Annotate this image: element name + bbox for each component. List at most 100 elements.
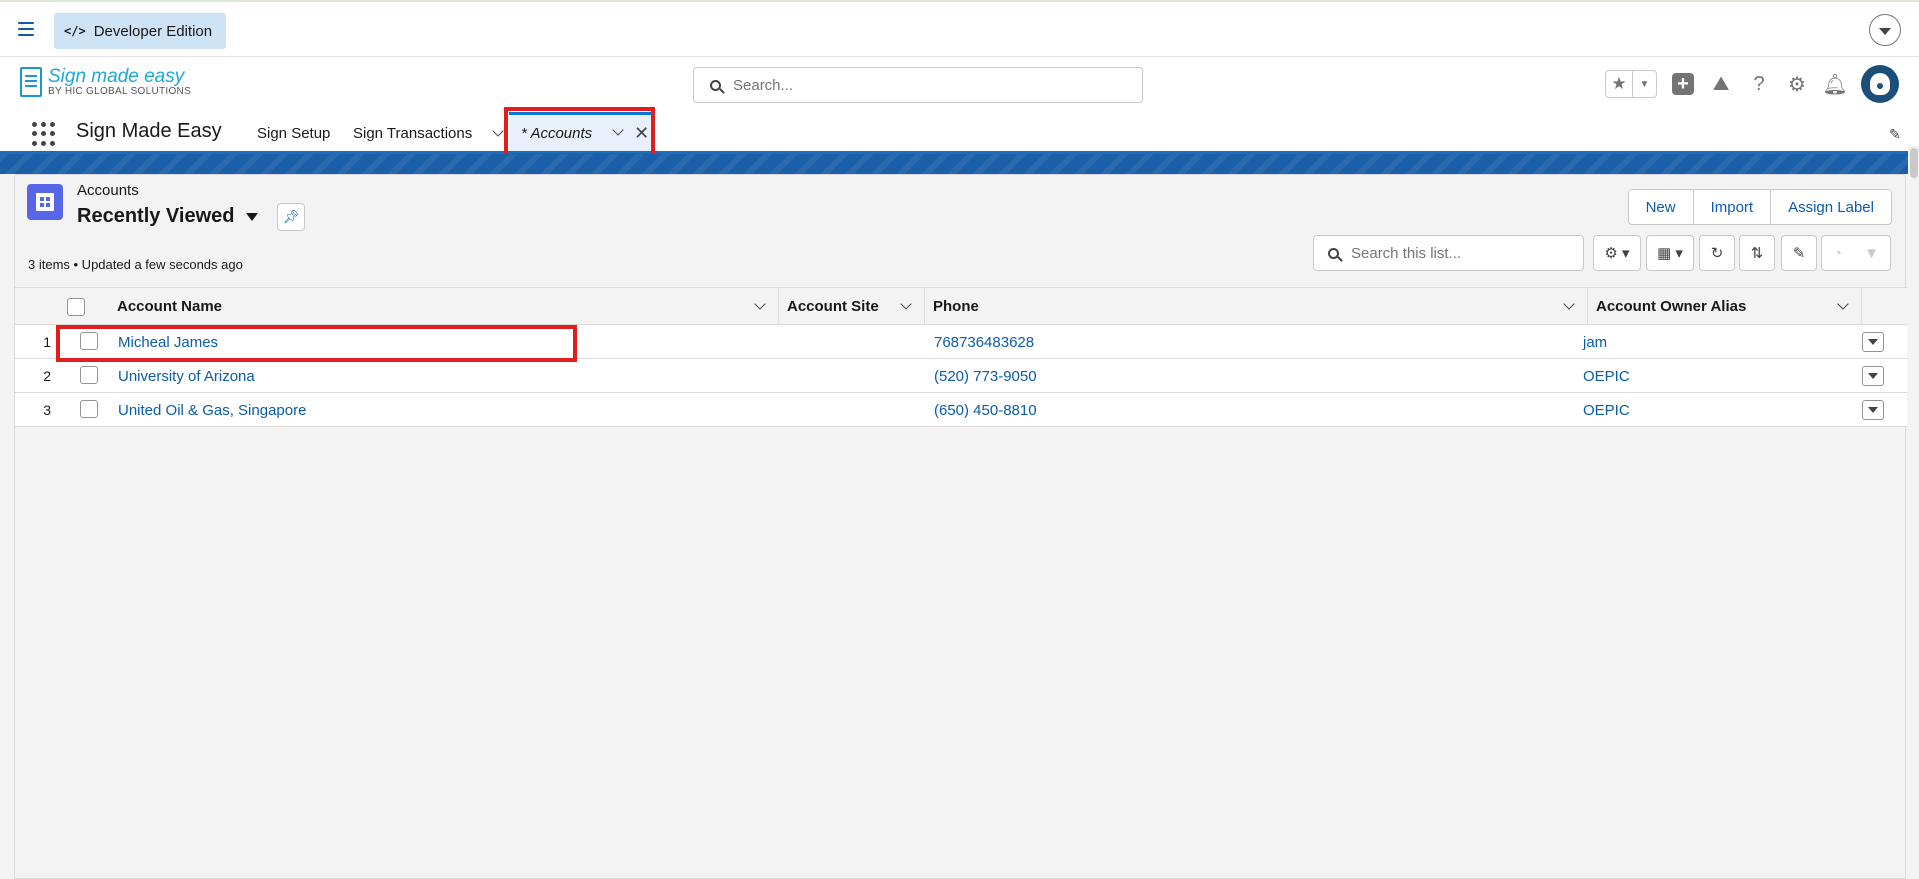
refresh-button[interactable]: ↻ [1699,235,1735,271]
row-checkbox[interactable] [80,332,98,350]
chevron-down-icon[interactable] [754,298,766,310]
menu-icon[interactable] [18,22,34,36]
list-view-name: Recently Viewed [77,205,235,227]
table-row: 2 University of Arizona (520) 773-9050 O… [15,359,1907,393]
chevron-down-icon[interactable] [612,124,624,136]
inline-edit-button[interactable]: ✎ [1781,235,1817,271]
nav-item-sign-transactions[interactable]: Sign Transactions [353,125,505,142]
chart-icon[interactable]: ◔ [1833,245,1842,262]
column-header-account-site[interactable]: Account Site [779,288,925,325]
developer-bar: </> Developer Edition [0,0,1919,57]
list-actions: New Import Assign Label [1627,189,1892,225]
app-logo[interactable]: Sign made easy BY HIC GLOBAL SOLUTIONS [20,67,191,98]
new-button[interactable]: New [1628,190,1693,224]
owner-alias-link[interactable]: jam [1583,334,1607,351]
row-checkbox[interactable] [80,400,98,418]
column-label: Account Owner Alias [1596,298,1747,315]
row-actions-button[interactable] [1862,366,1884,386]
account-name-link[interactable]: United Oil & Gas, Singapore [118,402,306,419]
list-search-input[interactable]: Search this list... [1313,235,1584,271]
row-checkbox[interactable] [80,366,98,384]
chevron-down-icon[interactable] [1563,298,1575,310]
developer-edition-badge: </> Developer Edition [54,13,227,49]
brand-banner [0,154,1919,174]
list-settings-button[interactable]: ⚙ ▾ [1593,235,1641,271]
chevron-down-icon[interactable] [900,298,912,310]
list-view-card: Accounts Recently Viewed 📌︎ 3 items • Up… [14,174,1907,879]
avatar[interactable] [1861,65,1899,103]
app-name: Sign Made Easy [76,120,222,142]
chart-filter-group: ◔ ▼ [1821,235,1891,271]
accounts-table: Account Name Account Site Phone Account … [15,287,1907,427]
chevron-down-icon[interactable] [492,125,505,137]
select-all-checkbox[interactable] [67,297,85,316]
star-icon[interactable]: ★ [1606,71,1633,97]
pin-list-button[interactable]: 📌︎ [277,203,305,231]
row-actions-button[interactable] [1862,400,1884,420]
trailhead-icon[interactable]: ⛰ [1709,72,1733,96]
column-label: Account Site [787,298,879,315]
chevron-down-circle-icon[interactable] [1869,14,1901,46]
pencil-icon: ✎ [1792,245,1806,262]
row-number: 2 [43,368,51,384]
object-label: Accounts [77,182,139,199]
phone-link[interactable]: 768736483628 [934,334,1034,351]
column-label: Phone [933,298,979,315]
table-header: Account Name Account Site Phone Account … [15,287,1907,325]
account-object-icon [27,184,63,220]
column-header-phone[interactable]: Phone [925,288,1588,325]
utility-icons: ★ ▼ + ⛰ ? ⚙ 🔔︎ [1605,65,1899,103]
header-rownum [15,288,55,325]
gear-icon[interactable]: ⚙ [1785,72,1809,96]
nav-item-sign-transactions-label: Sign Transactions [353,125,473,142]
import-button[interactable]: Import [1692,190,1771,224]
column-header-account-name[interactable]: Account Name [109,288,779,325]
column-header-account-owner-alias[interactable]: Account Owner Alias [1588,288,1862,325]
owner-alias-link[interactable]: OEPIC [1583,368,1630,385]
gear-icon: ⚙ ▾ [1604,245,1630,262]
table-row: 1 Micheal James 768736483628 jam [15,325,1907,359]
code-icon: </> [64,24,86,38]
close-icon[interactable]: ✕ [634,123,649,144]
favorites-button[interactable]: ★ ▼ [1605,70,1657,98]
scrollbar[interactable] [1908,146,1919,879]
list-view-picker[interactable]: Recently Viewed [77,205,259,228]
caret-down-icon[interactable]: ▼ [1633,71,1656,97]
row-number: 3 [43,402,51,418]
bell-icon[interactable]: 🔔︎ [1822,72,1847,96]
filter-icon[interactable]: ▼ [1864,245,1879,262]
owner-alias-link[interactable]: OEPIC [1583,402,1630,419]
edit-nav-icon[interactable]: ✎ [1889,126,1903,142]
developer-edition-label: Developer Edition [93,22,213,40]
account-name-link[interactable]: University of Arizona [118,368,255,385]
logo-title: Sign made easy [48,66,185,87]
plus-icon: + [1672,73,1694,95]
sort-button[interactable]: ⇅ [1739,235,1775,271]
app-navigation-bar: Sign Made Easy Sign Setup Sign Transacti… [0,112,1919,154]
nav-item-sign-setup[interactable]: Sign Setup [257,125,330,142]
display-as-button[interactable]: ▦ ▾ [1646,235,1694,271]
document-icon [20,67,42,97]
global-search-input[interactable]: Search... [693,67,1143,103]
table-row: 3 United Oil & Gas, Singapore (650) 450-… [15,393,1907,427]
caret-down-icon [246,212,259,221]
help-icon[interactable]: ? [1747,72,1771,96]
assign-label-button[interactable]: Assign Label [1770,190,1891,224]
app-launcher-icon[interactable] [32,122,56,146]
global-actions-button[interactable]: + [1671,72,1695,96]
row-actions-button[interactable] [1862,332,1884,352]
pin-icon: 📌︎ [282,209,300,224]
search-icon [710,79,721,91]
refresh-icon: ↻ [1710,245,1724,262]
tab-accounts[interactable]: * Accounts ✕ [509,112,652,151]
phone-link[interactable]: (520) 773-9050 [934,368,1037,385]
global-search-placeholder: Search... [733,76,794,94]
table-icon: ▦ ▾ [1657,245,1683,262]
logo-subtitle: BY HIC GLOBAL SOLUTIONS [48,86,192,97]
phone-link[interactable]: (650) 450-8810 [934,402,1037,419]
tab-accounts-label: * Accounts [521,124,593,142]
search-icon [1328,247,1339,259]
sort-icon: ⇅ [1750,245,1764,262]
account-name-link[interactable]: Micheal James [118,334,218,351]
chevron-down-icon[interactable] [1837,298,1849,310]
